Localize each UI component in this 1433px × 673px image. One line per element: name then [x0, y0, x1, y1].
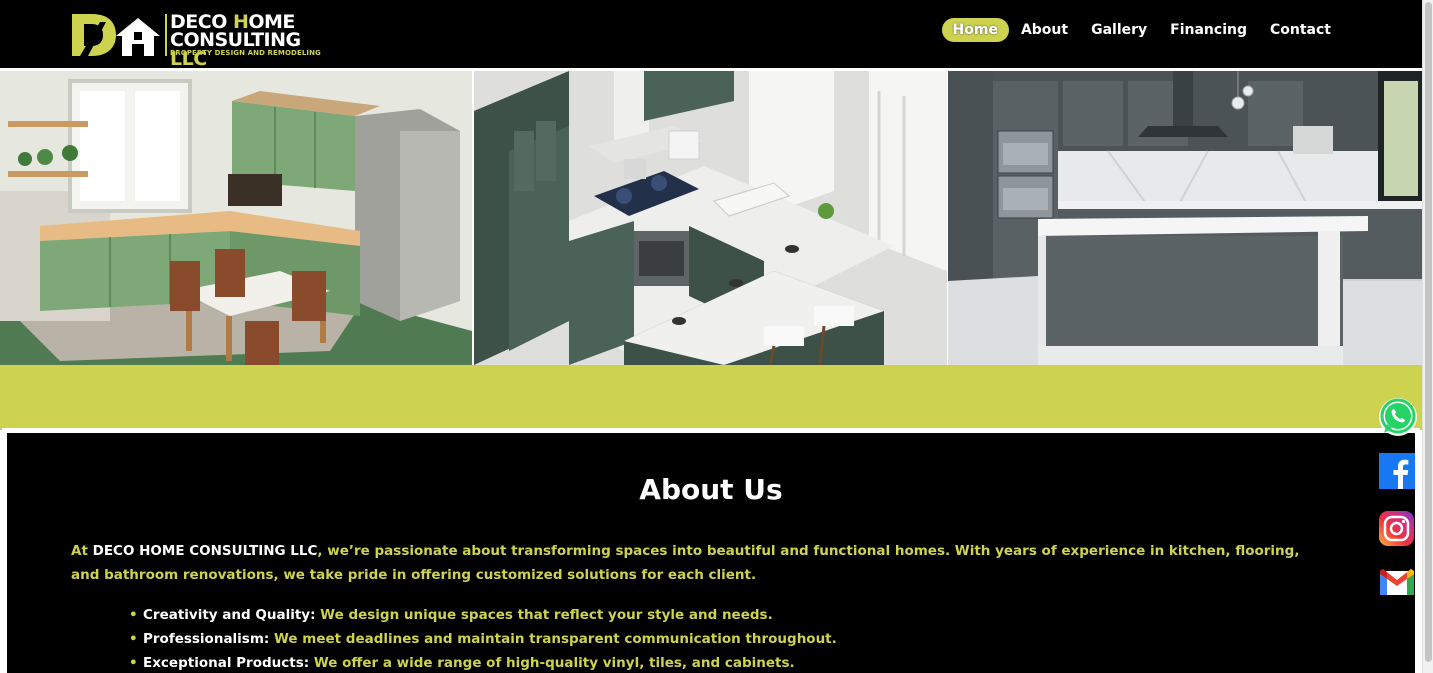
instagram-icon[interactable] — [1378, 510, 1415, 547]
nav-about[interactable]: About — [1010, 18, 1079, 42]
logo[interactable]: DECO HOME CONSULTING LLC PROPERTY DESIGN… — [70, 12, 321, 69]
logo-divider — [165, 14, 167, 56]
hero-banner — [0, 71, 1422, 365]
list-item: Creativity and Quality: We design unique… — [125, 603, 837, 627]
list-item: Exceptional Products: We offer a wide ra… — [125, 651, 837, 673]
whatsapp-icon[interactable] — [1378, 397, 1418, 437]
accent-band — [0, 365, 1422, 430]
site-header: DECO HOME CONSULTING LLC PROPERTY DESIGN… — [0, 0, 1422, 69]
hero-image-grey-kitchen — [948, 71, 1422, 365]
page-scrollbar[interactable] — [1422, 0, 1433, 673]
nav-contact[interactable]: Contact — [1259, 18, 1342, 42]
gmail-icon[interactable] — [1378, 563, 1416, 601]
facebook-icon[interactable] — [1379, 453, 1415, 489]
hero-image-green-kitchen — [0, 71, 472, 365]
logo-tagline: PROPERTY DESIGN AND REMODELING — [170, 49, 321, 57]
about-section: About Us At DECO HOME CONSULTING LLC, we… — [2, 428, 1420, 673]
hero-image-dark-kitchen — [474, 71, 947, 365]
nav-home[interactable]: Home — [941, 18, 1009, 42]
kitchen-illustration-icon — [0, 71, 472, 365]
about-brand-name: DECO HOME CONSULTING LLC — [92, 543, 318, 559]
about-points: Creativity and Quality: We design unique… — [125, 603, 837, 673]
list-item: Professionalism: We meet deadlines and m… — [125, 627, 837, 651]
about-intro: At DECO HOME CONSULTING LLC, we’re passi… — [71, 543, 1300, 583]
logo-mark-icon — [72, 14, 160, 56]
about-title: About Us — [639, 473, 783, 506]
kitchen-isometric-icon — [474, 71, 947, 365]
scrollbar-thumb[interactable] — [1425, 2, 1432, 662]
nav-financing[interactable]: Financing — [1159, 18, 1258, 42]
nav-gallery[interactable]: Gallery — [1080, 18, 1158, 42]
kitchen-photo-icon — [948, 71, 1422, 365]
main-nav: Home About Gallery Financing Contact — [941, 18, 1342, 42]
